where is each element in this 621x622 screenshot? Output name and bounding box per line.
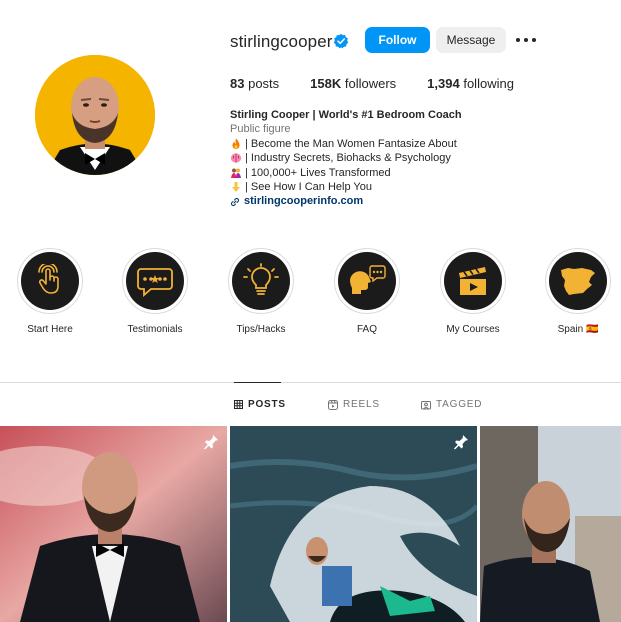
profile-bio: Stirling Cooper | World's #1 Bedroom Coa…	[230, 108, 530, 209]
posts-stat: 83 posts	[230, 76, 279, 91]
bio-line-text: | Industry Secrets, Biohacks & Psycholog…	[245, 152, 451, 165]
bio-line-text: | 100,000+ Lives Transformed	[245, 166, 391, 179]
highlight-label: My Courses	[446, 324, 500, 335]
highlight-faq[interactable]: FAQ	[322, 248, 412, 335]
tagged-icon	[421, 400, 431, 409]
active-tab-indicator	[234, 382, 281, 383]
post-tile[interactable]	[230, 426, 477, 622]
brain-icon	[230, 153, 242, 164]
pointing-down-icon	[232, 182, 240, 193]
post-image	[230, 426, 477, 622]
profile-stats: 83 posts 158K followers 1,394 following	[230, 76, 545, 91]
profile-username: stirlingcooper	[230, 32, 333, 51]
bio-line: | Become the Man Women Fantasize About	[230, 137, 530, 151]
highlight-spain[interactable]: Spain 🇪🇸	[533, 248, 621, 335]
highlight-label: FAQ	[356, 324, 377, 335]
link-icon	[231, 197, 239, 206]
highlight-label: Testimonials	[127, 324, 183, 335]
tab-label: POSTS	[248, 399, 286, 410]
highlight-tips-hacks[interactable]: Tips/Hacks	[216, 248, 306, 335]
touch-hand-icon	[38, 264, 59, 294]
post-image	[480, 426, 621, 622]
story-highlights: Start Here Testimonials Tips/Hacks FAQ M…	[0, 248, 621, 348]
bio-name: Stirling Cooper | World's #1 Bedroom Coa…	[230, 109, 462, 121]
follow-button[interactable]: Follow	[365, 27, 430, 53]
highlight-testimonials[interactable]: Testimonials	[110, 248, 200, 335]
bio-link-text: stirlingcooperinfo.com	[244, 195, 364, 208]
posts-count: 83	[230, 76, 245, 91]
post-tile[interactable]	[480, 426, 621, 622]
posts-label: posts	[248, 76, 280, 91]
more-options-icon[interactable]	[516, 32, 536, 48]
bio-category: Public figure	[230, 123, 291, 136]
tab-tagged[interactable]: TAGGED	[421, 399, 482, 410]
highlight-my-courses[interactable]: My Courses	[428, 248, 518, 335]
tab-posts[interactable]: POSTS	[234, 399, 286, 410]
spain-map-icon	[561, 268, 595, 295]
tabs-divider	[0, 382, 621, 383]
bio-line: | Industry Secrets, Biohacks & Psycholog…	[230, 151, 530, 165]
verified-badge-icon	[333, 33, 349, 49]
following-count: 1,394	[427, 76, 460, 91]
avatar-image	[35, 55, 155, 175]
tab-label: REELS	[343, 399, 380, 410]
following-stat[interactable]: 1,394 following	[427, 76, 514, 91]
rating-bubble-icon	[137, 268, 173, 297]
followers-count: 158K	[310, 76, 342, 91]
bio-line: | See How I Can Help You	[230, 180, 530, 194]
following-label: following	[463, 76, 514, 91]
lightbulb-icon	[243, 263, 279, 295]
highlight-label: Spain 🇪🇸	[557, 324, 599, 335]
fire-icon	[232, 138, 240, 150]
pinned-icon	[204, 435, 218, 450]
reels-icon	[328, 399, 338, 410]
bio-link[interactable]: stirlingcooperinfo.com	[230, 194, 530, 208]
highlight-start-here[interactable]: Start Here	[5, 248, 95, 335]
followers-stat[interactable]: 158K followers	[310, 76, 396, 91]
tab-reels[interactable]: REELS	[328, 399, 380, 410]
pinned-icon	[454, 435, 468, 450]
post-tile[interactable]	[0, 426, 227, 622]
tab-label: TAGGED	[436, 399, 483, 410]
profile-avatar[interactable]	[35, 55, 155, 175]
followers-label: followers	[344, 76, 397, 91]
post-image	[0, 426, 227, 622]
film-clapper-icon	[459, 267, 486, 295]
bio-line-text: | Become the Man Women Fantasize About	[245, 137, 457, 150]
highlight-label: Start Here	[27, 324, 73, 335]
bio-line: | 100,000+ Lives Transformed	[230, 166, 530, 180]
chat-head-icon	[350, 265, 386, 294]
bio-line-text: | See How I Can Help You	[245, 181, 372, 194]
highlight-label: Tips/Hacks	[236, 324, 286, 335]
couple-icon	[231, 168, 241, 178]
grid-icon	[234, 400, 243, 409]
message-button[interactable]: Message	[436, 27, 506, 53]
